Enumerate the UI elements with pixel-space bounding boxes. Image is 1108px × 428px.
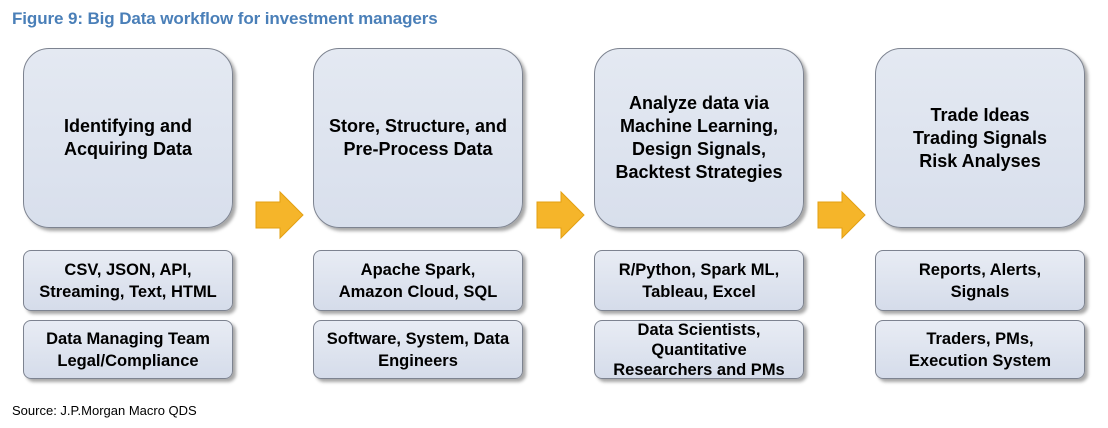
flow-arrow-1 [255,190,304,240]
stage-1-people-box: Data Managing Team Legal/Compliance [23,320,233,379]
flow-arrow-3 [817,190,866,240]
stage-2-main-box: Store, Structure, and Pre-Process Data [313,48,523,228]
source-note: Source: J.P.Morgan Macro QDS [12,403,197,418]
figure-title: Figure 9: Big Data workflow for investme… [12,9,438,28]
stage-4-people-box: Traders, PMs, Execution System [875,320,1085,379]
stage-2-people-box: Software, System, Data Engineers [313,320,523,379]
stage-3-main-box: Analyze data via Machine Learning, Desig… [594,48,804,228]
flow-arrow-2 [536,190,585,240]
stage-3-people-box: Data Scientists, Quantitative Researcher… [594,320,804,379]
stage-1-tools-box: CSV, JSON, API, Streaming, Text, HTML [23,250,233,311]
stage-3-tools-box: R/Python, Spark ML, Tableau, Excel [594,250,804,311]
stage-4-tools-box: Reports, Alerts, Signals [875,250,1085,311]
stage-4-main-box: Trade Ideas Trading Signals Risk Analyse… [875,48,1085,228]
stage-1-main-box: Identifying and Acquiring Data [23,48,233,228]
stage-2-tools-box: Apache Spark, Amazon Cloud, SQL [313,250,523,311]
